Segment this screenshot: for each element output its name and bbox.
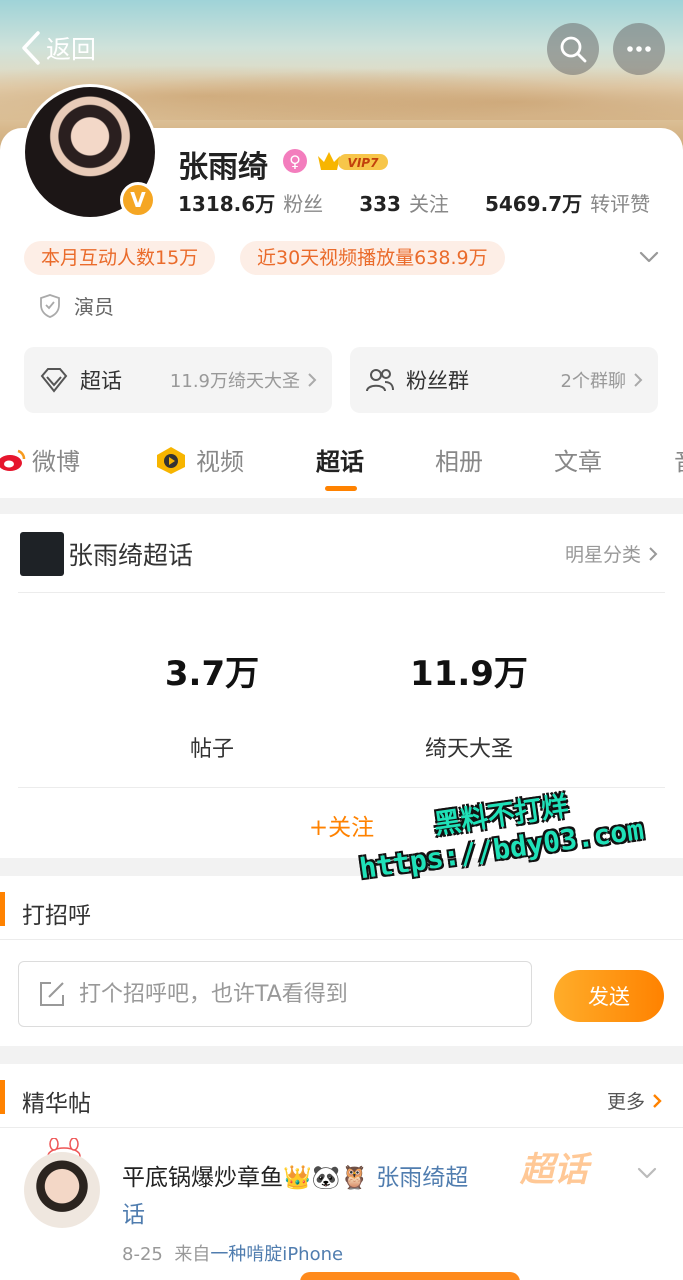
stat-value: 1318.6万 (178, 192, 276, 216)
chevron-right-icon (649, 546, 658, 561)
chaohua-link[interactable]: 超话 11.9万绮天大圣 (24, 347, 332, 413)
chaohua-link-sub: 11.9万绮天大圣 (170, 367, 318, 393)
stat-label: 转评赞 (590, 192, 651, 216)
post-text: 平底锅爆炒章鱼 (122, 1165, 283, 1191)
profile-name: 张雨绮 (178, 150, 268, 185)
chaohua-link-title: 超话 (80, 369, 122, 393)
tab-video[interactable]: 视频 (154, 442, 244, 477)
active-tab-indicator (325, 486, 357, 491)
tab-label: 文章 (554, 448, 602, 476)
search-icon (560, 36, 587, 63)
posts-count-value: 3.7万 (164, 654, 260, 694)
chaohua-watermark: 超话 (520, 1150, 588, 1190)
fans-count: 11.9万 绮天大圣 (369, 646, 569, 763)
post-source-prefix: 来自 (174, 1244, 211, 1265)
fans-group-sub-text: 2个群聊 (560, 371, 626, 392)
post-options-chevron-icon[interactable] (636, 1162, 658, 1184)
greeting-input-box[interactable] (18, 961, 532, 1027)
fans-group-title: 粉丝群 (406, 369, 469, 393)
chevron-left-icon (22, 31, 40, 65)
tab-label: 相册 (435, 448, 483, 476)
profile-tabs: 微博 视频 超话 相册 文章 音 (0, 430, 683, 496)
tab-articles[interactable]: 文章 (554, 442, 602, 477)
more-dots-icon (627, 46, 651, 52)
shield-icon (40, 293, 60, 318)
more-link[interactable]: 更多 (607, 1087, 663, 1114)
expand-chevron-icon[interactable] (638, 246, 660, 268)
post-meta: 8-25 来自一种啃腚iPhone (122, 1240, 343, 1266)
stat-value: 333 (359, 192, 401, 216)
supertopic-title[interactable]: 张雨绮超话 (68, 536, 193, 572)
stat-followers[interactable]: 1318.6万 粉丝 (178, 188, 323, 217)
tab-label: 微博 (32, 448, 80, 476)
tab-chaohua[interactable]: 超话 (316, 442, 364, 477)
tab-album[interactable]: 相册 (435, 442, 483, 477)
divider (18, 592, 665, 593)
chip-video-views[interactable]: 近30天视频播放量638.9万 (240, 241, 505, 275)
stat-following[interactable]: 333 关注 (359, 188, 449, 217)
post-date: 8-25 (122, 1244, 163, 1265)
more-options-button[interactable] (613, 23, 665, 75)
post-content[interactable]: 平底锅爆炒章鱼👑🐼🦉 张雨绮超话 (122, 1160, 472, 1234)
stat-interactions[interactable]: 5469.7万 转评赞 (485, 188, 650, 217)
send-button[interactable]: 发送 (554, 970, 664, 1022)
post-emoji: 👑🐼🦉 (283, 1165, 369, 1191)
chevron-right-icon (634, 373, 643, 387)
edit-icon (40, 982, 64, 1006)
fans-group-link[interactable]: 粉丝群 2个群聊 (350, 347, 658, 413)
tab-label: 视频 (196, 448, 244, 476)
back-button[interactable]: 返回 (20, 30, 96, 66)
post-source[interactable]: 一种啃腚iPhone (210, 1244, 343, 1265)
tab-weibo[interactable]: 微博 (0, 442, 80, 477)
chevron-right-icon (653, 1093, 662, 1108)
stat-label: 关注 (408, 192, 449, 216)
video-icon (157, 446, 185, 474)
tab-label: 音 (674, 442, 683, 477)
diamond-icon (40, 368, 68, 393)
section-accent-bar (0, 1080, 5, 1114)
tab-music[interactable]: 音 (674, 442, 683, 477)
bottom-action-button[interactable] (300, 1272, 520, 1280)
chaohua-link-sub-text: 11.9万绮天大圣 (169, 371, 300, 392)
more-label: 更多 (606, 1091, 645, 1113)
chevron-right-icon (308, 373, 317, 387)
posts-count-label: 帖子 (189, 737, 234, 762)
weibo-icon (0, 449, 26, 471)
stat-label: 粉丝 (283, 192, 324, 216)
divider (0, 939, 683, 940)
group-icon (366, 369, 394, 392)
posts-count: 3.7万 帖子 (112, 646, 312, 763)
role-row: 演员 (38, 291, 114, 320)
role-label: 演员 (74, 295, 114, 319)
fans-count-label: 绮天大圣 (424, 737, 513, 762)
fans-group-sub: 2个群聊 (561, 367, 644, 393)
supertopic-thumbnail (20, 532, 64, 576)
tab-label: 超话 (316, 448, 364, 476)
chip-monthly-interactions[interactable]: 本月互动人数15万 (24, 241, 216, 275)
back-label: 返回 (46, 35, 97, 64)
supertopic-category[interactable]: 明星分类 (565, 540, 659, 567)
supertopic-category-label: 明星分类 (564, 544, 641, 566)
stat-value: 5469.7万 (484, 192, 583, 216)
verified-badge: V (120, 182, 156, 218)
vip-label: VIP7 (348, 156, 380, 170)
featured-title: 精华帖 (22, 1091, 91, 1117)
post-author-avatar[interactable] (24, 1152, 100, 1228)
greeting-input[interactable] (79, 981, 499, 1007)
vip-badge[interactable]: VIP7 (316, 148, 390, 174)
search-button[interactable] (547, 23, 599, 75)
fans-count-value: 11.9万 (410, 654, 528, 694)
profile-stats: 1318.6万 粉丝 333 关注 5469.7万 转评赞 (178, 188, 650, 217)
section-accent-bar (0, 892, 5, 926)
divider (0, 1127, 683, 1128)
female-icon: ♀ (283, 149, 307, 173)
greeting-title: 打招呼 (22, 903, 91, 929)
